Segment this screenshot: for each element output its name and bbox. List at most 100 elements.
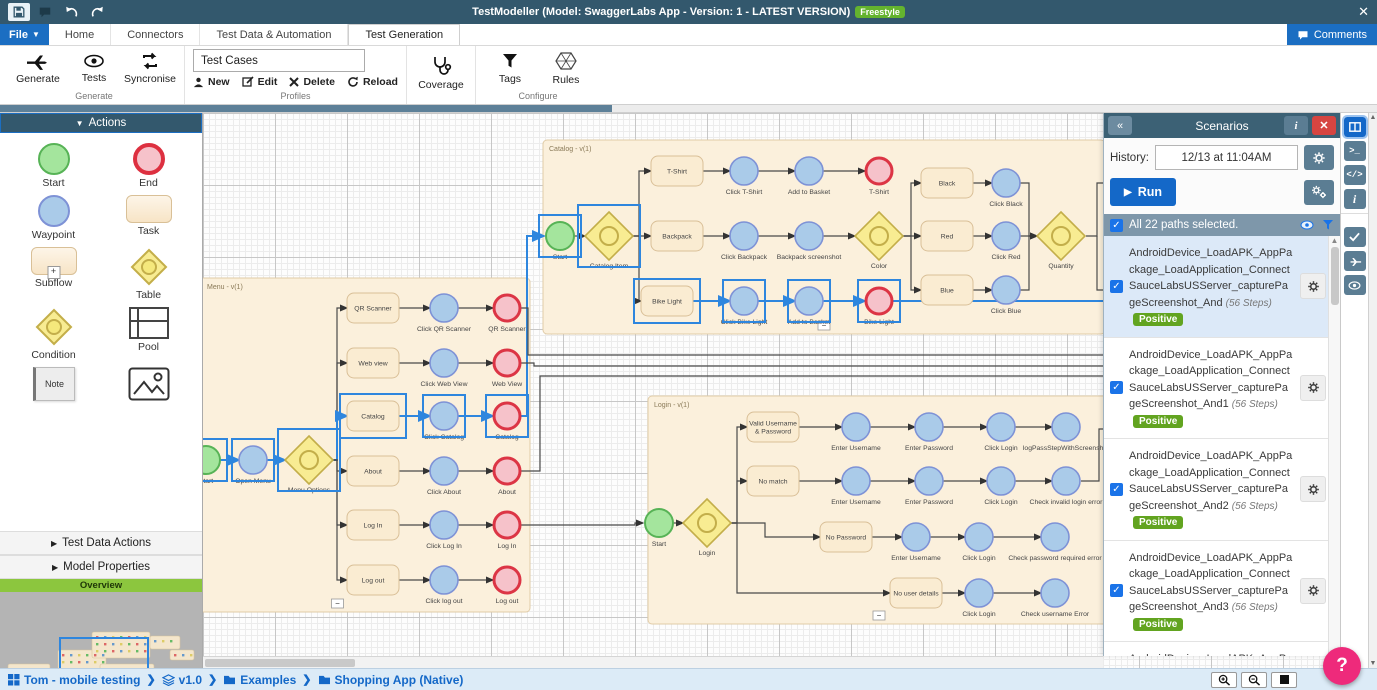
palette-item-note[interactable]: Note [6, 367, 101, 401]
palette-item-table[interactable]: Table [101, 247, 196, 301]
close-panel-button[interactable]: ✕ [1312, 116, 1336, 135]
tab-test-generation[interactable]: Test Generation [348, 24, 460, 45]
profile-input[interactable] [193, 49, 365, 72]
scenario-settings-button[interactable] [1300, 375, 1326, 401]
scrollbar-thumb[interactable] [1331, 247, 1339, 305]
scenario-list-scrollbar[interactable]: ▲ [1328, 236, 1340, 656]
tab-test-data-automation[interactable]: Test Data & Automation [200, 24, 348, 45]
node-wp[interactable]: Click Login [962, 523, 995, 562]
node-task[interactable]: Valid Username& Password [747, 412, 799, 442]
new-profile-button[interactable]: New [193, 76, 230, 88]
edge[interactable] [521, 523, 643, 525]
scenario-settings-button[interactable] [1300, 273, 1326, 299]
model-canvas[interactable]: Catalog - v(1)−Menu - v(1)−Login - v(1)−… [203, 113, 1340, 668]
node-wp[interactable]: Click Login [984, 413, 1017, 452]
node-task[interactable]: Log out [347, 565, 399, 595]
tags-button[interactable]: Tags [484, 50, 536, 87]
toolbar-check-icon[interactable] [1344, 227, 1366, 247]
scenario-row[interactable]: ✓AndroidDevice_LoadAPK_AppPackage_LoadAp… [1104, 236, 1340, 338]
toolbar-plane-icon[interactable] [1344, 251, 1366, 271]
redo-icon[interactable] [86, 3, 108, 21]
toolbar-code-icon[interactable]: </> [1344, 165, 1366, 185]
scenario-checkbox[interactable]: ✓ [1110, 483, 1123, 496]
palette-item-condition[interactable]: Condition [6, 307, 101, 361]
page-vertical-scrollbar[interactable]: ▲▼ [1368, 113, 1377, 668]
edge[interactable] [521, 363, 1151, 366]
tab-file[interactable]: File▼ [0, 24, 49, 45]
subflow-container-menu[interactable] [203, 278, 530, 612]
scroll-down-arrow[interactable]: ▼ [1370, 660, 1377, 667]
palette-item-waypoint[interactable]: Waypoint [6, 195, 101, 241]
node-end[interactable]: T-Shirt [866, 158, 892, 196]
node-task[interactable]: No user details [890, 578, 942, 608]
run-button[interactable]: ▶ Run [1110, 178, 1176, 206]
palette-item-end[interactable]: End [101, 143, 196, 189]
test-data-actions-header[interactable]: ▶ Test Data Actions [0, 531, 202, 555]
scenario-checkbox[interactable]: ✓ [1110, 280, 1123, 293]
info-button[interactable]: i [1284, 116, 1308, 135]
stop-button[interactable] [1271, 672, 1297, 688]
node-task[interactable]: T-Shirt [651, 156, 703, 186]
node-wp[interactable]: Click Black [989, 169, 1023, 208]
undo-icon[interactable] [60, 3, 82, 21]
node-task[interactable]: No Password [820, 522, 872, 552]
history-dropdown[interactable]: 12/13 at 11:04AM [1155, 145, 1298, 170]
syncronise-button[interactable]: Syncronise [124, 50, 176, 87]
eye-icon[interactable] [1300, 220, 1314, 230]
select-all-checkbox[interactable]: ✓ [1110, 219, 1123, 232]
overview-minimap[interactable] [0, 592, 202, 668]
tests-button[interactable]: Tests [68, 51, 120, 86]
coverage-button[interactable]: Coverage [415, 54, 467, 93]
breadcrumb-item[interactable]: Tom - mobile testing [8, 673, 140, 687]
scrollbar-thumb[interactable] [205, 659, 355, 667]
scenario-settings-button[interactable] [1300, 476, 1326, 502]
scenario-checkbox[interactable]: ✓ [1110, 584, 1123, 597]
breadcrumb-item[interactable]: Shopping App (Native) [318, 673, 464, 687]
node-task[interactable]: Web view [347, 348, 399, 378]
generate-button[interactable]: Generate [12, 50, 64, 87]
scrollbar-thumb[interactable] [0, 105, 612, 112]
zoom-in-button[interactable] [1211, 672, 1237, 688]
collapse-panel-button[interactable]: « [1108, 116, 1132, 135]
close-icon[interactable]: ✕ [1358, 4, 1369, 20]
tab-connectors[interactable]: Connectors [111, 24, 200, 45]
history-settings-button[interactable] [1304, 145, 1334, 170]
node-end[interactable]: Log out [494, 567, 520, 605]
node-end[interactable]: Web View [492, 350, 522, 388]
canvas-horizontal-scrollbar-top[interactable] [0, 105, 1377, 113]
node-task[interactable]: Red [921, 221, 973, 251]
scenario-settings-button[interactable] [1300, 578, 1326, 604]
toolbar-split-panel-icon[interactable] [1344, 117, 1366, 137]
edit-profile-button[interactable]: Edit [242, 76, 278, 88]
scenario-checkbox[interactable]: ✓ [1110, 381, 1123, 394]
model-properties-header[interactable]: ▶ Model Properties [0, 555, 202, 579]
node-wp[interactable]: Click Login [984, 467, 1017, 506]
rules-button[interactable]: Rules [540, 49, 592, 88]
reload-profiles-button[interactable]: Reload [347, 76, 398, 88]
tab-home[interactable]: Home [49, 24, 111, 45]
palette-item-task[interactable]: Task [101, 195, 196, 241]
scenario-row[interactable]: ✓AndroidDevice_LoadAPK_AppPackage_LoadAp… [1104, 338, 1340, 440]
node-task[interactable]: About [347, 456, 399, 486]
node-end[interactable]: Log In [494, 512, 520, 550]
help-button[interactable]: ? [1323, 647, 1361, 685]
palette-item-start[interactable]: Start [6, 143, 101, 189]
palette-item-image[interactable] [101, 367, 196, 401]
scenario-row[interactable]: ✓AndroidDevice_LoadAPK_AppPackage_LoadAp… [1104, 541, 1340, 643]
toolbar-info-icon[interactable]: i [1344, 189, 1366, 209]
generation-settings-button[interactable] [1304, 180, 1334, 205]
actions-panel-header[interactable]: ▼ Actions [0, 113, 202, 133]
node-task[interactable]: QR Scanner [347, 293, 399, 323]
breadcrumb-item[interactable]: Examples [223, 673, 296, 687]
node-wp[interactable]: Click Login [962, 579, 995, 618]
filter-icon[interactable] [1322, 219, 1334, 231]
save-icon[interactable] [8, 3, 30, 21]
breadcrumb-item[interactable]: v1.0 [162, 673, 202, 687]
zoom-out-button[interactable] [1241, 672, 1267, 688]
palette-item-pool[interactable]: Pool [101, 307, 196, 361]
toolbar-eye-icon[interactable] [1344, 275, 1366, 295]
node-task[interactable]: Log In [347, 510, 399, 540]
publish-icon[interactable] [34, 3, 56, 21]
node-task[interactable]: Blue [921, 275, 973, 305]
node-task[interactable]: No match [747, 466, 799, 496]
